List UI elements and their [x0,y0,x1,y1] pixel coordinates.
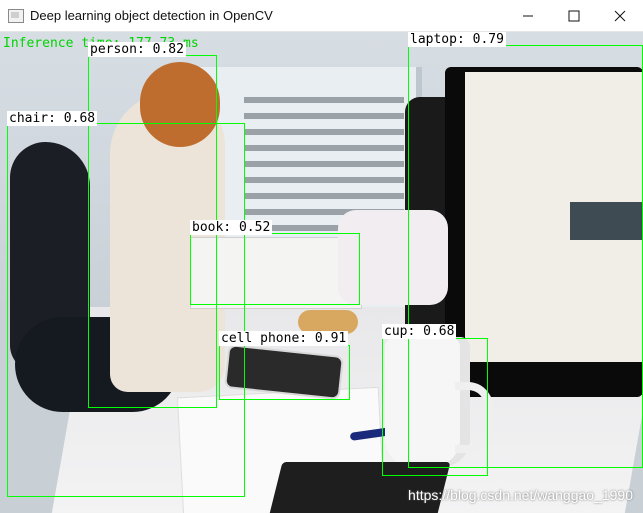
minimize-button[interactable] [505,0,551,31]
chair-detection-label: chair: 0.68 [7,111,98,126]
person-detection-label: person: 0.82 [88,42,186,57]
title-bar[interactable]: Deep learning object detection in OpenCV [0,0,643,32]
watermark: https://blog.csdn.net/wanggao_1990 [408,487,633,503]
close-icon [614,10,626,21]
cell-phone-detection-label: cell phone: 0.91 [219,331,349,346]
maximize-button[interactable] [551,0,597,31]
camera-frame: Inference time: 177.73 ms person: 0.82 c… [0,32,643,513]
book-detection-label: book: 0.52 [190,220,273,235]
close-button[interactable] [597,0,643,31]
cup-detection-box [382,338,488,476]
book-detection-box [190,233,360,305]
maximize-icon [568,10,580,21]
chair-detection-box [7,123,245,497]
opencv-window: Deep learning object detection in OpenCV [0,0,643,513]
cup-detection-label: cup: 0.68 [382,324,457,339]
minimize-icon [523,15,533,16]
laptop-detection-label: laptop: 0.79 [408,32,506,47]
opencv-window-icon[interactable] [8,9,24,23]
window-title: Deep learning object detection in OpenCV [30,8,273,23]
cell-phone-detection-box [219,345,350,400]
